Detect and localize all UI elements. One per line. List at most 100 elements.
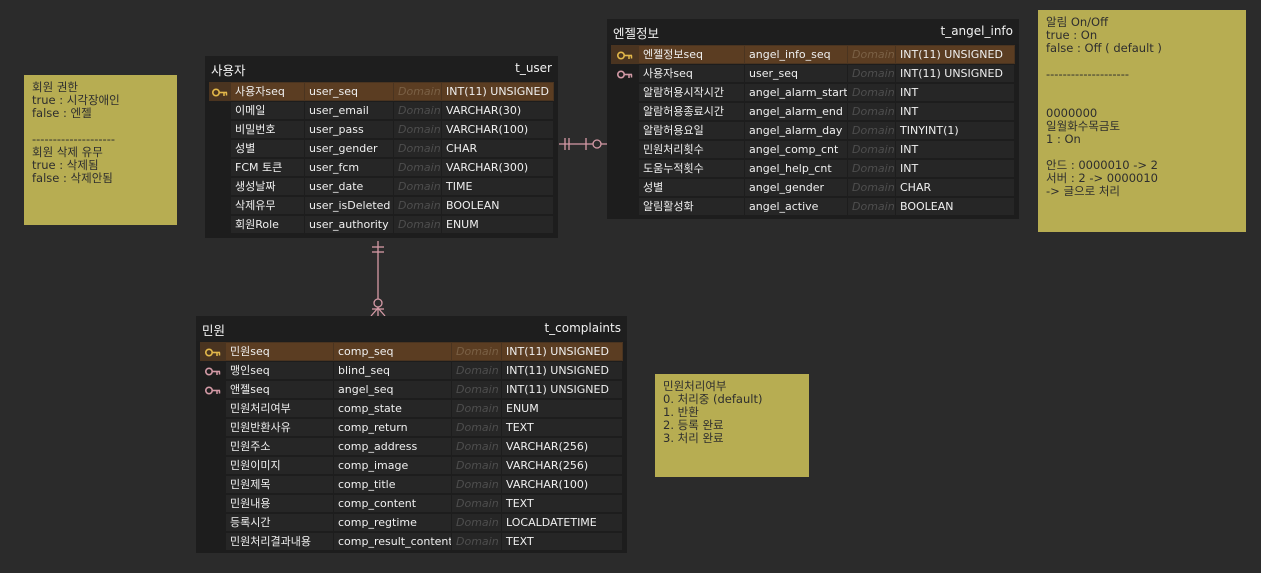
domain-cell: Domain [848,103,895,120]
attribute-name: 민원반환사유 [226,419,333,436]
key-cell [209,159,230,176]
domain-cell: Domain [452,400,501,417]
relation-user-complaints[interactable] [370,241,386,317]
attribute-row[interactable]: 민원반환사유 comp_return Domain TEXT [200,418,623,437]
data-type: TEXT [502,419,622,436]
domain-cell: Domain [848,141,895,158]
attribute-row[interactable]: 도움누적횟수 angel_help_cnt Domain INT [611,159,1015,178]
attribute-name: 성별 [231,140,304,157]
attribute-row[interactable]: 비밀번호 user_pass Domain VARCHAR(100) [209,120,554,139]
domain-cell: Domain [848,46,895,63]
key-cell [209,102,230,119]
data-type: ENUM [502,400,622,417]
domain-cell: Domain [452,495,501,512]
attribute-row[interactable]: 성별 angel_gender Domain CHAR [611,178,1015,197]
data-type: VARCHAR(256) [502,438,622,455]
attribute-row[interactable]: 등록시간 comp_regtime Domain LOCALDATETIME [200,513,623,532]
domain-cell: Domain [452,457,501,474]
data-type: VARCHAR(256) [502,457,622,474]
entity-t-angel-info[interactable]: 엔젤정보 t_angel_info 엔젤정보seq angel_info_seq D… [607,19,1019,219]
primary-key-row[interactable]: 엔젤정보seq angel_info_seq Domain INT(11) UNSIG… [611,45,1015,64]
attribute-name: 민원seq [226,343,333,360]
attribute-row[interactable]: 이메일 user_email Domain VARCHAR(30) [209,101,554,120]
data-type: INT(11) UNSIGNED [502,362,622,379]
attribute-row[interactable]: 민원처리여부 comp_state Domain ENUM [200,399,623,418]
attribute-name: 민원처리결과내용 [226,533,333,550]
domain-cell: Domain [394,197,441,214]
column-name: comp_return [334,419,451,436]
attribute-row[interactable]: 민원처리결과내용 comp_result_content Domain TEXT [200,532,623,551]
domain-cell: Domain [452,476,501,493]
foreign-key-icon [204,383,221,396]
key-cell [200,419,225,436]
column-name: angel_seq [334,381,451,398]
key-cell [611,46,638,63]
attribute-row[interactable]: 민원처리횟수 angel_comp_cnt Domain INT [611,140,1015,159]
data-type: INT [896,103,1014,120]
attribute-name: 성별 [639,179,744,196]
attribute-row[interactable]: 회원Role user_authority Domain ENUM [209,215,554,234]
column-name: user_gender [305,140,393,157]
attribute-row[interactable]: 민원내용 comp_content Domain TEXT [200,494,623,513]
attribute-name: 앤젤seq [226,381,333,398]
foreign-key-icon [204,364,221,377]
attribute-row[interactable]: 민원주소 comp_address Domain VARCHAR(256) [200,437,623,456]
column-name: comp_state [334,400,451,417]
column-name: user_authority [305,216,393,233]
attribute-name: 알람허용요일 [639,122,744,139]
column-name: comp_image [334,457,451,474]
entity-physical-name: t_angel_info [940,24,1013,38]
attribute-row[interactable]: 민원이미지 comp_image Domain VARCHAR(256) [200,456,623,475]
column-name: user_seq [745,65,847,82]
data-type: VARCHAR(100) [442,121,553,138]
foreign-key-row[interactable]: 맹인seq blind_seq Domain INT(11) UNSIGNED [200,361,623,380]
domain-cell: Domain [848,160,895,177]
data-type: VARCHAR(300) [442,159,553,176]
attribute-row[interactable]: 성별 user_gender Domain CHAR [209,139,554,158]
data-type: INT(11) UNSIGNED [896,65,1014,82]
relation-user-angel[interactable] [559,138,607,150]
data-type: INT(11) UNSIGNED [502,381,622,398]
attribute-row[interactable]: 민원제목 comp_title Domain VARCHAR(100) [200,475,623,494]
entity-logical-name: 사용자 [211,63,246,78]
attribute-row[interactable]: 알람허용종료시간 angel_alarm_end Domain INT [611,102,1015,121]
memo-line: -------------------- [1046,67,1129,81]
foreign-key-row[interactable]: 앤젤seq angel_seq Domain INT(11) UNSIGNED [200,380,623,399]
domain-cell: Domain [848,179,895,196]
attribute-name: 민원처리횟수 [639,141,744,158]
data-type: INT [896,160,1014,177]
key-cell [200,400,225,417]
entity-physical-name: t_complaints [544,321,621,335]
domain-cell: Domain [394,178,441,195]
primary-key-icon [616,48,633,61]
memo-line: 3. 처리 완료 [663,431,724,445]
attribute-row[interactable]: 알람허용시작시간 angel_alarm_start Domain INT [611,83,1015,102]
data-type: CHAR [442,140,553,157]
attribute-row[interactable]: 삭제유무 user_isDeleted Domain BOOLEAN [209,196,554,215]
column-name: user_fcm [305,159,393,176]
primary-key-row[interactable]: 사용자seq user_seq Domain INT(11) UNSIGNED [209,82,554,101]
domain-cell: Domain [848,65,895,82]
entity-t-complaints[interactable]: 민원 t_complaints 민원seq comp_seq Domain INT(1… [196,316,627,553]
key-cell [611,198,638,215]
attribute-row[interactable]: FCM 토큰 user_fcm Domain VARCHAR(300) [209,158,554,177]
primary-key-row[interactable]: 민원seq comp_seq Domain INT(11) UNSIGNED [200,342,623,361]
domain-cell: Domain [394,159,441,176]
attribute-row[interactable]: 생성날짜 user_date Domain TIME [209,177,554,196]
entity-t-user[interactable]: 사용자 t_user 사용자seq user_seq Domain INT(11) U… [205,56,558,238]
memo-complaint-state-notes[interactable]: 민원처리여부 0. 처리중 (default) 1. 반환 2. 등록 완료 3. 처리… [655,374,809,477]
foreign-key-row[interactable]: 사용자seq user_seq Domain INT(11) UNSIGNED [611,64,1015,83]
key-cell [611,179,638,196]
memo-angel-alarm-notes[interactable]: 알림 On/Off true : On false : Off ( default … [1038,10,1246,232]
entity-rows: 사용자seq user_seq Domain INT(11) UNSIGNED 이메일 u… [209,82,554,234]
key-cell [209,178,230,195]
domain-cell: Domain [394,121,441,138]
attribute-row[interactable]: 알림활성화 angel_active Domain BOOLEAN [611,197,1015,216]
attribute-name: 알림활성화 [639,198,744,215]
key-cell [200,381,225,398]
attribute-row[interactable]: 알람허용요일 angel_alarm_day Domain TINYINT(1) [611,121,1015,140]
memo-user-notes[interactable]: 회원 권한 true : 시각장애인 false : 엔젤 -------------… [24,75,177,225]
memo-line: false : Off ( default ) [1046,41,1162,55]
memo-line: false : 엔젤 [32,106,92,120]
memo-line: 1 : On [1046,132,1081,146]
